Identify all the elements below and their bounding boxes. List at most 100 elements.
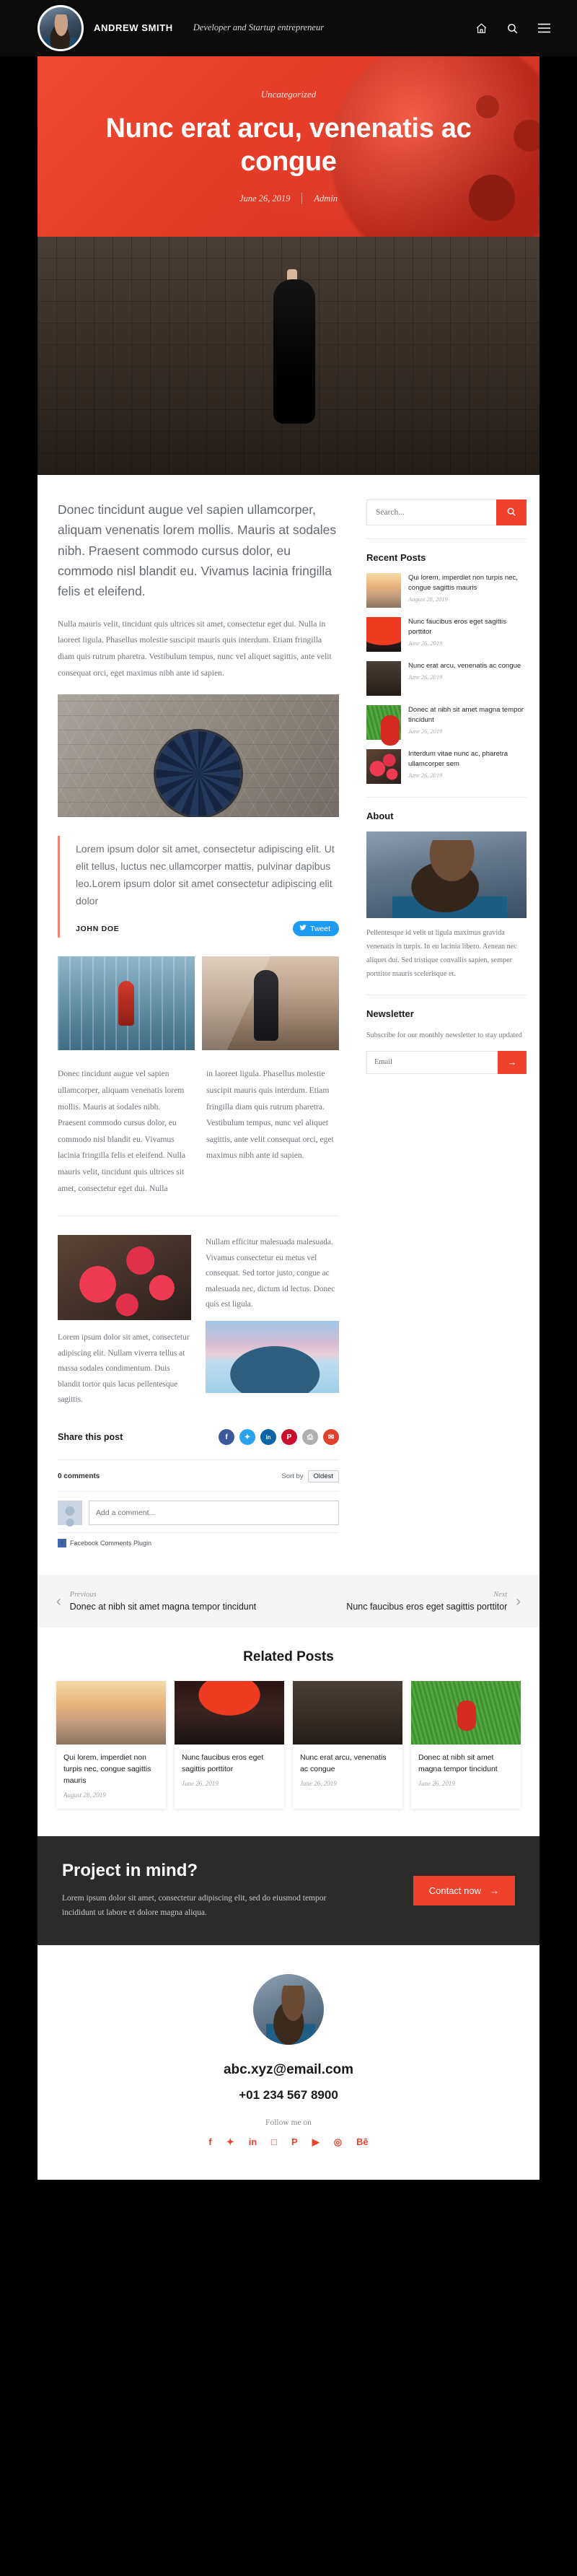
pinterest-icon[interactable]: P xyxy=(291,2137,298,2147)
linkedin-share-icon[interactable]: in xyxy=(260,1429,276,1446)
blockquote-text: Lorem ipsum dolor sit amet, consectetur … xyxy=(76,843,335,907)
facebook-comments-plugin[interactable]: f Facebook Comments Plugin xyxy=(58,1532,339,1559)
related-post-card[interactable]: Nunc faucibus eros eget sagittis porttit… xyxy=(175,1681,284,1809)
cta-heading: Project in mind? xyxy=(62,1860,198,1880)
facebook-plugin-label: Facebook Comments Plugin xyxy=(70,1540,152,1547)
recent-post-title: Nunc erat arcu, venenatis ac congue xyxy=(408,662,521,670)
comment-sort-select[interactable]: Oldest xyxy=(307,1470,339,1483)
related-post-thumbnail xyxy=(411,1681,521,1745)
related-post-thumbnail xyxy=(175,1681,284,1745)
sidebar-search xyxy=(366,499,527,525)
header-nav-icons xyxy=(475,22,551,35)
previous-post-link[interactable]: ‹ Previous Donec at nibh sit amet magna … xyxy=(56,1591,256,1612)
contact-now-button[interactable]: Contact now → xyxy=(413,1875,515,1905)
facebook-icon[interactable]: f xyxy=(208,2137,211,2147)
linkedin-icon[interactable]: in xyxy=(249,2137,257,2147)
share-icon-list: f ✦ in P ⎙ ✉ xyxy=(219,1429,339,1446)
newsletter-email-field[interactable] xyxy=(366,1050,498,1074)
list-item[interactable]: Nunc faucibus eros eget sagittis porttit… xyxy=(366,617,527,652)
related-posts-heading: Related Posts xyxy=(243,1649,334,1665)
related-posts-grid: Qui lorem, imperdiet non turpis nec, con… xyxy=(56,1681,521,1809)
blockquote-author: JOHN DOE xyxy=(76,924,120,933)
about-image xyxy=(366,831,527,918)
behance-icon[interactable]: Bē xyxy=(356,2137,369,2147)
home-icon[interactable] xyxy=(475,22,488,35)
cta-section: Project in mind? Lorem ipsum dolor sit a… xyxy=(38,1835,539,1946)
email-share-icon[interactable]: ✉ xyxy=(323,1429,339,1446)
hero-banner: Uncategorized Nunc erat arcu, venenatis … xyxy=(38,56,539,237)
related-post-card[interactable]: Nunc erat arcu, venenatis ac congue June… xyxy=(293,1681,402,1809)
dribbble-icon[interactable]: ◎ xyxy=(334,2137,342,2147)
twitter-icon[interactable]: ✦ xyxy=(226,2137,234,2147)
recent-post-title: Nunc faucibus eros eget sagittis porttit… xyxy=(408,618,506,636)
instagram-icon[interactable]: □ xyxy=(271,2137,277,2147)
next-title: Nunc faucibus eros eget sagittis porttit… xyxy=(346,1602,508,1612)
recent-post-date: June 26, 2019 xyxy=(408,639,443,647)
hamburger-menu-icon[interactable] xyxy=(537,23,551,33)
search-input[interactable] xyxy=(366,499,496,525)
about-text: Pellentesque id velit ut ligula maximus … xyxy=(366,929,517,978)
page-bottom-spacer xyxy=(0,2180,577,2195)
search-icon[interactable] xyxy=(506,22,519,35)
twitter-share-icon[interactable]: ✦ xyxy=(239,1429,255,1446)
meta-divider xyxy=(301,193,303,205)
related-post-thumbnail xyxy=(56,1681,166,1745)
newsletter-form: → xyxy=(366,1050,527,1074)
facebook-icon: f xyxy=(58,1539,66,1548)
article-column-left: Donec tincidunt augue vel sapien ullamco… xyxy=(58,1069,186,1193)
recent-post-thumbnail xyxy=(366,705,401,746)
related-post-card[interactable]: Qui lorem, imperdiet non turpis nec, con… xyxy=(56,1681,166,1809)
list-item[interactable]: Qui lorem, imperdiet non turpis nec, con… xyxy=(366,573,527,608)
list-item[interactable]: Nunc erat arcu, venenatis ac congue June… xyxy=(366,661,527,696)
article-image-pair xyxy=(58,956,339,1051)
newsletter-text: Subscribe for our monthly newsletter to … xyxy=(366,1031,522,1039)
search-submit-button[interactable] xyxy=(496,499,527,525)
article-image-umbrella xyxy=(58,694,339,818)
brand[interactable]: ANDREW SMITH Developer and Startup entre… xyxy=(38,5,324,51)
article-two-columns: Donec tincidunt augue vel sapien ullamco… xyxy=(58,1066,339,1197)
tweet-button-label: Tweet xyxy=(309,924,330,933)
article-blockquote: Lorem ipsum dolor sit amet, consectetur … xyxy=(58,836,339,938)
search-icon xyxy=(506,507,516,519)
brand-tagline: Developer and Startup entrepreneur xyxy=(193,22,325,33)
article-column: Donec tincidunt augue vel sapien ullamco… xyxy=(38,499,359,1559)
related-post-date: June 26, 2019 xyxy=(418,1779,455,1787)
comment-input[interactable] xyxy=(89,1501,339,1526)
recent-post-date: June 26, 2019 xyxy=(408,772,443,779)
related-post-card[interactable]: Donec at nibh sit amet magna tempor tinc… xyxy=(411,1681,521,1809)
related-post-title: Qui lorem, imperdiet non turpis nec, con… xyxy=(63,1753,151,1785)
hero-author[interactable]: Admin xyxy=(314,193,338,204)
footer-email[interactable]: abc.xyz@email.com xyxy=(38,2062,539,2078)
page-title: Nunc erat arcu, venenatis ac congue xyxy=(105,113,472,177)
recent-post-title: Donec at nibh sit amet magna tempor tinc… xyxy=(408,706,524,724)
comment-count: 0 comments xyxy=(58,1472,100,1481)
related-post-date: June 26, 2019 xyxy=(182,1779,219,1787)
brand-name: ANDREW SMITH xyxy=(94,22,173,34)
article-lead: Donec tincidunt augue vel sapien ullamco… xyxy=(58,502,337,599)
facebook-share-icon[interactable]: f xyxy=(219,1429,234,1446)
tweet-button[interactable]: Tweet xyxy=(292,921,339,937)
article-macaron-caption: Lorem ipsum dolor sit amet, consectetur … xyxy=(58,1333,190,1404)
youtube-icon[interactable]: ▶ xyxy=(312,2137,320,2147)
list-item[interactable]: Donec at nibh sit amet magna tempor tinc… xyxy=(366,705,527,746)
next-post-link[interactable]: Next Nunc faucibus eros eget sagittis po… xyxy=(346,1591,521,1612)
footer-phone[interactable]: +01 234 567 8900 xyxy=(38,2088,539,2103)
recent-post-title: Qui lorem, imperdiet non turpis nec, con… xyxy=(408,574,518,592)
about-title: About xyxy=(366,811,394,821)
related-post-title: Nunc faucibus eros eget sagittis porttit… xyxy=(182,1753,264,1774)
follow-label: Follow me on xyxy=(265,2118,312,2128)
article-paragraph-1: Nulla mauris velit, tincidunt quis ultri… xyxy=(58,619,332,678)
recent-post-thumbnail xyxy=(366,573,401,608)
list-item[interactable]: Interdum vitae nunc ac, pharetra ullamco… xyxy=(366,749,527,784)
newsletter-submit-button[interactable]: → xyxy=(498,1050,527,1074)
feature-image xyxy=(38,237,539,475)
related-post-date: June 26, 2019 xyxy=(300,1779,337,1787)
twitter-bird-icon xyxy=(299,924,307,933)
print-share-icon[interactable]: ⎙ xyxy=(302,1429,318,1446)
article-image-iceberg xyxy=(206,1321,339,1394)
article-macaron-section: Lorem ipsum dolor sit amet, consectetur … xyxy=(58,1235,339,1407)
comment-avatar-icon xyxy=(58,1501,82,1526)
hero-category[interactable]: Uncategorized xyxy=(81,89,496,100)
pinterest-share-icon[interactable]: P xyxy=(281,1429,297,1446)
